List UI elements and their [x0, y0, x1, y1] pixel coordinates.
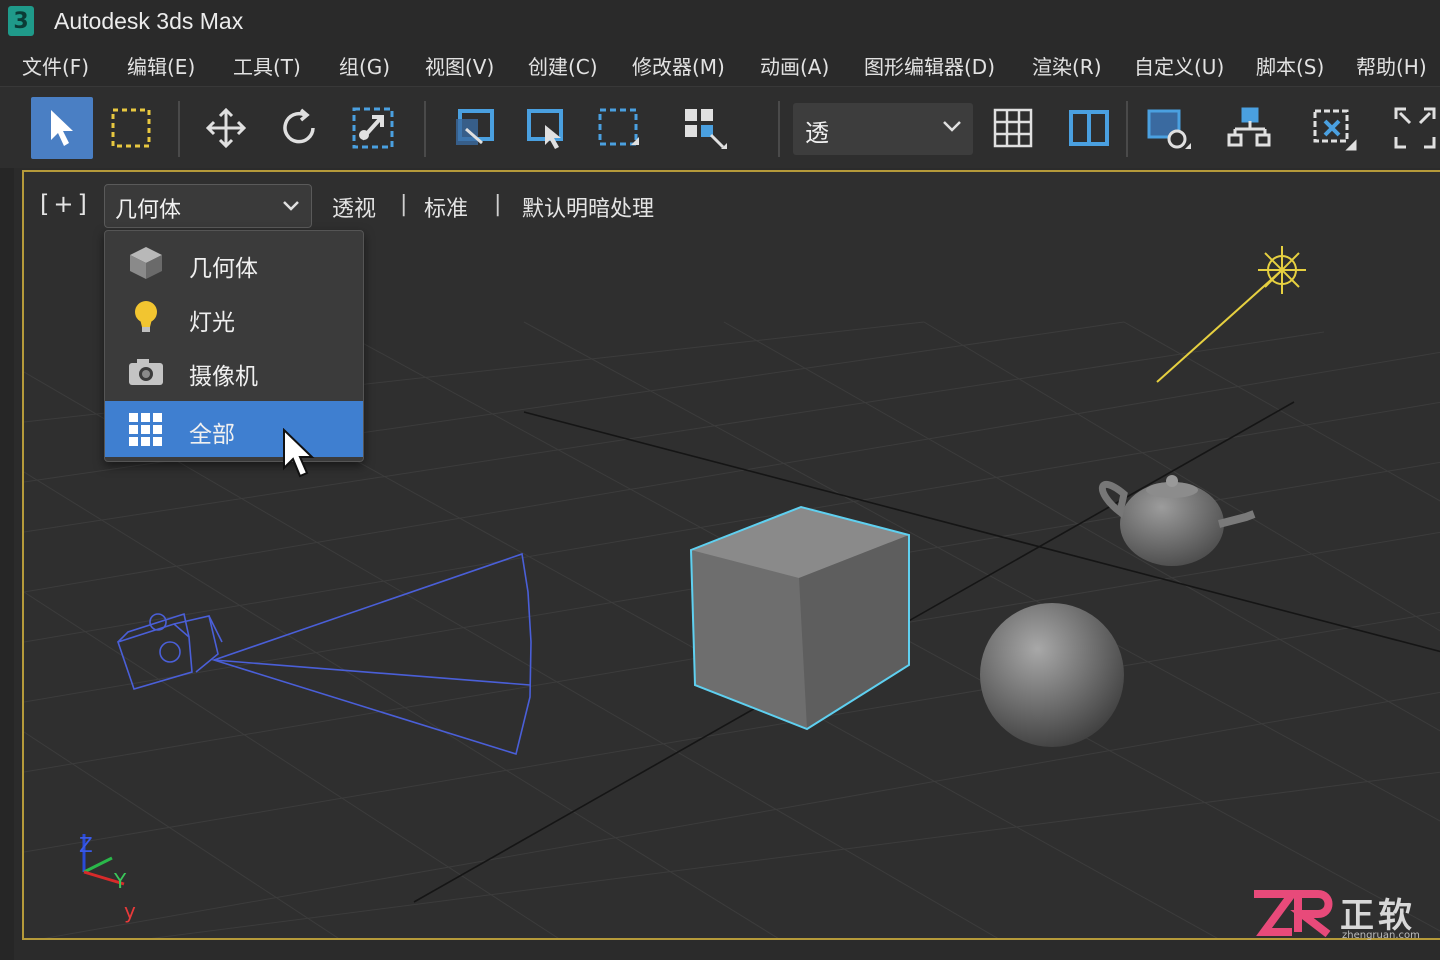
material-editor-icon[interactable] [1302, 97, 1364, 159]
rect-select-icon[interactable] [100, 97, 162, 159]
main-toolbar: 透 [0, 86, 1440, 168]
bulb-icon [135, 301, 157, 332]
filter-option-geometry[interactable]: 几何体 [105, 235, 363, 291]
viewport-label-standard[interactable]: 标准 [424, 191, 468, 223]
menu-customize[interactable]: 自定义(U) [1134, 51, 1224, 80]
menu-edit[interactable]: 编辑(E) [127, 51, 195, 80]
mouse-cursor-icon [283, 428, 315, 478]
rotate-icon[interactable] [268, 97, 330, 159]
move-icon[interactable] [195, 97, 257, 159]
window-crossing-icon[interactable] [587, 97, 649, 159]
perspective-viewport[interactable]: Z Y y [+] 几何体 透视 | 标准 | 默认明暗处理 几何体 灯光 摄像… [22, 170, 1440, 940]
camera-icon [129, 359, 163, 385]
filter-option-lights[interactable]: 灯光 [105, 289, 363, 345]
menu-help[interactable]: 帮助(H) [1356, 51, 1427, 80]
menu-create[interactable]: 创建(C) [528, 51, 598, 80]
menu-tools[interactable]: 工具(T) [233, 51, 301, 80]
watermark-zr-icon [1254, 890, 1333, 938]
watermark-url: zhengruan.com [1342, 930, 1420, 941]
viewport-label-separator: | [400, 192, 408, 217]
filter-option-cameras[interactable]: 摄像机 [105, 343, 363, 399]
watermark-logo: 正软 zhengruan.com [1252, 888, 1432, 948]
chevron-down-icon [943, 121, 961, 132]
filter-option-label: 灯光 [189, 310, 235, 336]
menu-group[interactable]: 组(G) [339, 51, 390, 80]
viewport-filter-dropdown[interactable]: 几何体 [104, 184, 312, 228]
axis-z-label: Z [79, 833, 93, 857]
axis-x-label: y [124, 899, 136, 923]
select-arrow-icon[interactable] [31, 97, 93, 159]
title-bar: 3 Autodesk 3ds Max [0, 0, 1440, 42]
menu-bar: 文件(F) 编辑(E) 工具(T) 组(G) 视图(V) 创建(C) 修改器(M… [0, 42, 1440, 86]
axis-y-label: Y [113, 869, 127, 893]
viewport-layout-icon[interactable] [1058, 97, 1120, 159]
toolbar-separator [178, 101, 180, 157]
menu-scripting[interactable]: 脚本(S) [1256, 51, 1324, 80]
select-by-name-icon[interactable] [515, 97, 577, 159]
app-window: 3 Autodesk 3ds Max 文件(F) 编辑(E) 工具(T) 组(G… [0, 0, 1440, 960]
home-grid-axes [413, 401, 1440, 903]
menu-view[interactable]: 视图(V) [425, 51, 494, 80]
toolbar-separator [424, 101, 426, 157]
filter-option-label: 几何体 [189, 256, 258, 282]
grid-layout-icon[interactable] [982, 97, 1044, 159]
toolbar-separator [1126, 101, 1128, 157]
box-object[interactable] [689, 505, 910, 731]
cube-icon [130, 247, 162, 279]
light-object[interactable] [1156, 246, 1306, 383]
filter-option-label: 摄像机 [189, 364, 258, 390]
viewport-type-value: 透 [805, 119, 829, 147]
toolbar-separator [778, 101, 780, 157]
viewport-type-select[interactable]: 透 [793, 103, 973, 155]
menu-graph-editors[interactable]: 图形编辑器(D) [864, 51, 995, 80]
snap-grid-icon[interactable] [674, 97, 736, 159]
app-logo: 3 [8, 6, 34, 36]
chevron-down-icon [283, 201, 299, 211]
schematic-icon[interactable] [1218, 97, 1280, 159]
window-title: Autodesk 3ds Max [54, 7, 244, 34]
maximize-icon[interactable] [1384, 97, 1440, 159]
filter-option-all[interactable]: 全部 [105, 401, 363, 457]
render-setup-icon[interactable] [1136, 97, 1198, 159]
viewport-label-shading[interactable]: 默认明暗处理 [522, 191, 654, 223]
filter-option-label: 全部 [189, 422, 235, 448]
viewport-label-perspective[interactable]: 透视 [332, 191, 376, 223]
left-panel-strip[interactable] [0, 168, 14, 960]
viewport-menu-plus[interactable]: [+] [40, 190, 91, 218]
select-region-icon[interactable] [444, 97, 506, 159]
menu-file[interactable]: 文件(F) [22, 51, 89, 80]
filter-dropdown-menu: 几何体 灯光 摄像机 全部 [104, 230, 364, 462]
menu-rendering[interactable]: 渲染(R) [1032, 51, 1102, 80]
grid-all-icon [129, 413, 162, 446]
viewport-label-separator: | [494, 192, 502, 217]
teapot-object[interactable] [1099, 475, 1256, 566]
camera-object[interactable] [116, 552, 532, 756]
menu-modifiers[interactable]: 修改器(M) [632, 51, 725, 80]
scale-select-icon[interactable] [342, 97, 404, 159]
viewport-filter-value: 几何体 [115, 198, 182, 223]
sphere-object[interactable] [980, 603, 1124, 747]
menu-animation[interactable]: 动画(A) [760, 51, 829, 80]
